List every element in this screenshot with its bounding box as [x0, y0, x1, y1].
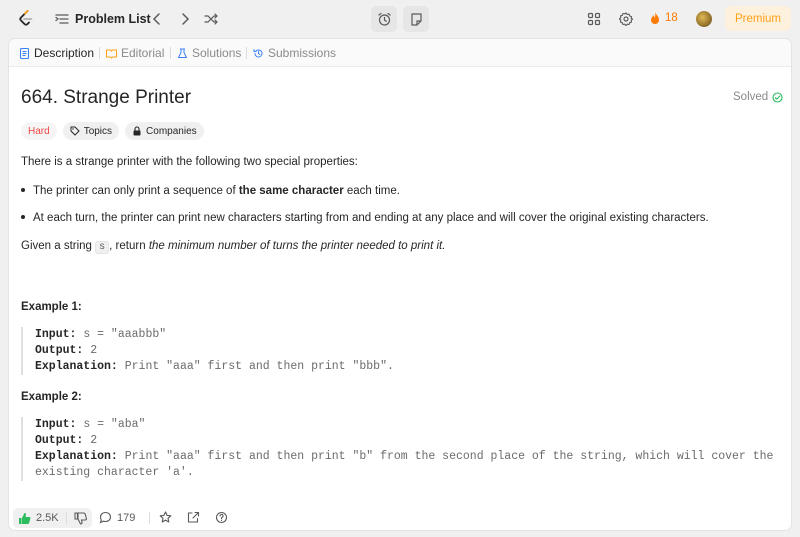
bullet1-text: The printer can only print a sequence of	[33, 185, 239, 197]
problem-footer: 2.5K 179	[9, 505, 791, 530]
tab-divider	[246, 47, 247, 59]
explanation-label: Explanation:	[35, 360, 118, 373]
comment-count: 179	[117, 511, 136, 524]
notes-button[interactable]	[403, 6, 429, 32]
thumbs-up-icon	[19, 512, 31, 524]
explanation-value-continued: existing character 'a'.	[35, 466, 194, 479]
tab-divider	[99, 47, 100, 59]
chevron-right-icon[interactable]	[175, 9, 195, 29]
note-icon	[410, 12, 422, 26]
tab-submissions-label: Submissions	[268, 46, 337, 60]
solved-label: Solved	[733, 91, 769, 103]
comments-button[interactable]: 179	[99, 511, 135, 524]
user-avatar[interactable]	[696, 11, 712, 27]
example-1-title: Example 1:	[21, 301, 82, 313]
topics-chip[interactable]: Topics	[62, 122, 120, 140]
example-2-title: Example 2:	[21, 391, 82, 403]
given-italic: the minimum number of turns the printer …	[148, 240, 446, 252]
streak-count: 18	[665, 12, 678, 24]
help-button[interactable]	[215, 511, 228, 524]
inline-code: s	[95, 241, 110, 254]
star-icon	[159, 511, 172, 523]
bullet-dot	[21, 187, 25, 192]
tab-description-label: Description	[34, 46, 95, 60]
tab-solutions-label: Solutions	[192, 46, 242, 60]
intro-text: There is a strange printer with the foll…	[21, 156, 358, 168]
tab-editorial[interactable]: Editorial	[106, 46, 164, 60]
tab-divider	[170, 47, 171, 59]
bullet-dot	[21, 214, 25, 219]
description-icon	[19, 47, 30, 59]
top-navigation-bar: Problem List 18 Premium	[0, 0, 800, 38]
flame-icon	[651, 12, 659, 24]
solved-status: Solved	[733, 91, 783, 103]
lock-icon	[133, 126, 141, 136]
output-value: 2	[90, 434, 98, 447]
given-pre: Given a string	[21, 240, 96, 252]
tab-description[interactable]: Description	[19, 46, 94, 60]
question-circle-icon	[215, 511, 228, 524]
example-1-block: Input: s = "aaabbb" Output: 2 Explanatio…	[21, 327, 781, 375]
timer-button[interactable]	[371, 6, 397, 32]
like-count: 2.5K	[36, 512, 59, 524]
premium-button[interactable]: Premium	[725, 6, 791, 31]
problem-title: 664. Strange Printer	[21, 87, 192, 108]
input-label: Input:	[35, 418, 77, 431]
input-label: Input:	[35, 328, 77, 341]
share-external-icon	[187, 511, 200, 523]
list-item: At each turn, the printer can print new …	[21, 212, 709, 224]
comment-icon	[99, 511, 112, 524]
share-button[interactable]	[187, 511, 200, 524]
problem-tags: Hard Topics Companies	[21, 122, 204, 140]
check-circle-icon	[772, 91, 783, 103]
input-value: s = "aba"	[83, 418, 146, 431]
output-label: Output:	[35, 434, 84, 447]
daily-streak[interactable]: 18	[649, 11, 678, 25]
footer-divider	[149, 512, 150, 524]
shuffle-icon[interactable]	[201, 9, 221, 29]
example-2-block: Input: s = "aba" Output: 2 Explanation: …	[21, 417, 781, 481]
like-divider	[65, 512, 67, 524]
tag-icon	[70, 126, 80, 136]
tab-editorial-label: Editorial	[121, 46, 165, 60]
given-text: Given a string s, return the minimum num…	[21, 240, 446, 254]
output-label: Output:	[35, 344, 84, 357]
tab-submissions[interactable]: Submissions	[253, 46, 336, 60]
leetcode-logo-icon[interactable]	[16, 9, 36, 29]
topics-label: Topics	[83, 125, 113, 137]
favorite-button[interactable]	[159, 511, 172, 524]
bullet1-text-end: each time.	[343, 185, 400, 197]
explanation-label: Explanation:	[35, 450, 118, 463]
settings-gear-icon[interactable]	[617, 10, 635, 28]
input-value: s = "aaabbb"	[83, 328, 167, 341]
companies-chip[interactable]: Companies	[125, 122, 204, 140]
tab-solutions[interactable]: Solutions	[177, 46, 241, 60]
bullet2-text: At each turn, the printer can print new …	[33, 212, 709, 224]
list-item: The printer can only print a sequence of…	[21, 185, 400, 197]
thumbs-down-icon[interactable]	[74, 511, 87, 525]
bullet1-bold: the same character	[238, 185, 344, 197]
companies-label: Companies	[146, 125, 197, 137]
submissions-icon	[253, 48, 263, 57]
explanation-value: Print "aaa" first and then print "b" fro…	[124, 450, 774, 463]
difficulty-badge: Hard	[21, 122, 57, 140]
panel-tabs: Description Editorial Solutions Submissi…	[9, 39, 791, 67]
description-panel: Description Editorial Solutions Submissi…	[8, 38, 792, 531]
problem-list-link[interactable]: Problem List	[75, 12, 151, 26]
problem-list-icon[interactable]	[55, 12, 69, 26]
like-button[interactable]: 2.5K	[13, 508, 92, 528]
explanation-value: Print "aaa" first and then print "bbb".	[124, 360, 394, 373]
output-value: 2	[90, 344, 98, 357]
solutions-icon	[178, 48, 187, 58]
editorial-icon	[106, 49, 117, 59]
alarm-clock-icon	[377, 12, 391, 26]
given-mid: , return	[109, 240, 149, 252]
apps-grid-icon[interactable]	[585, 10, 603, 28]
chevron-left-icon[interactable]	[147, 9, 167, 29]
